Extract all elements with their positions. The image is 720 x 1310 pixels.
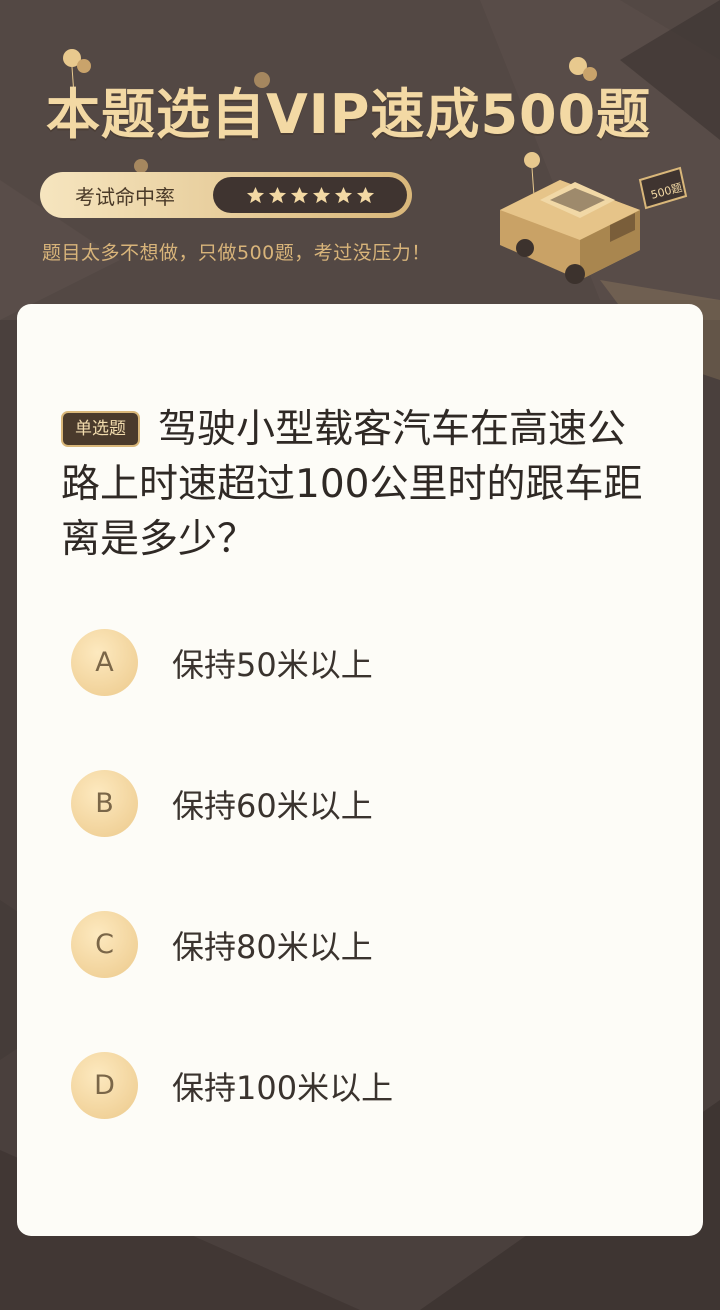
- option-letter-circle: D: [71, 1052, 138, 1119]
- question-text-block: 单选题 驾驶小型载客汽车在高速公路上时速超过100公里时的跟车距离是多少？: [61, 402, 661, 567]
- star-icon: [246, 186, 264, 203]
- options-list: A 保持50米以上 B 保持60米以上 C 保持80米以上 D 保持100米以上: [71, 629, 631, 1193]
- hit-rate-stars: [213, 177, 407, 213]
- star-icon: [356, 186, 374, 203]
- option-letter-circle: A: [71, 629, 138, 696]
- question-card: 单选题 驾驶小型载客汽车在高速公路上时速超过100公里时的跟车距离是多少？ A 保…: [17, 304, 703, 1236]
- star-icon: [290, 186, 308, 203]
- slogan: 题目太多不想做，只做500题，考过没压力！: [42, 242, 431, 264]
- star-icon: [334, 186, 352, 203]
- page-title: 本题选自VIP速成500题: [46, 83, 652, 146]
- star-icon: [268, 186, 286, 203]
- option-c[interactable]: C 保持80米以上: [71, 911, 631, 978]
- option-text: 保持80米以上: [172, 927, 373, 966]
- option-letter-circle: C: [71, 911, 138, 978]
- option-text: 保持60米以上: [172, 786, 373, 825]
- star-icon: [312, 186, 330, 203]
- hit-rate-pill: 考试命中率: [40, 172, 412, 218]
- option-letter-circle: B: [71, 770, 138, 837]
- question-text: 驾驶小型载客汽车在高速公路上时速超过100公里时的跟车距离是多少？: [61, 407, 643, 562]
- option-text: 保持100米以上: [172, 1068, 394, 1107]
- option-d[interactable]: D 保持100米以上: [71, 1052, 631, 1119]
- question-type-badge: 单选题: [61, 411, 140, 447]
- option-a[interactable]: A 保持50米以上: [71, 629, 631, 696]
- option-b[interactable]: B 保持60米以上: [71, 770, 631, 837]
- option-text: 保持50米以上: [172, 645, 373, 684]
- hit-rate-label: 考试命中率: [75, 184, 175, 209]
- car-illustration: 500题: [500, 166, 688, 284]
